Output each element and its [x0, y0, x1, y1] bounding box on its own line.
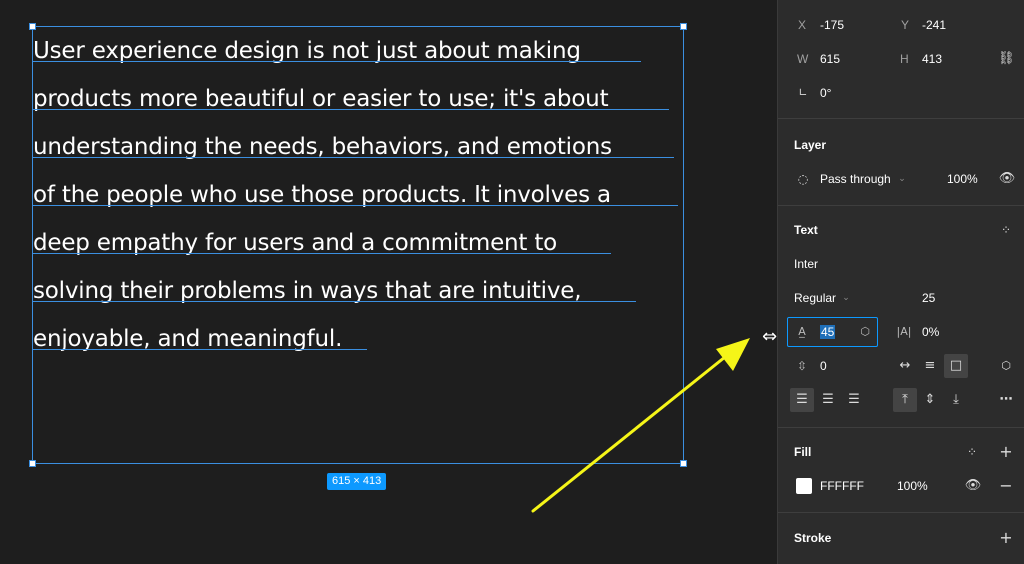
align-right-icon[interactable]: ☰	[846, 388, 862, 412]
divider	[778, 427, 1024, 428]
rotation-icon: ∟	[798, 86, 808, 99]
x-label: X	[798, 18, 807, 32]
alignment-row: ☰ ☰ ☰ ⤒ ⇕ ⤓ ⋯	[778, 388, 1024, 412]
layer-section-title: Layer	[794, 138, 827, 152]
text-section-title: Text	[794, 223, 818, 237]
text-baseline	[33, 349, 367, 350]
resize-handle-bottom-left[interactable]	[29, 460, 36, 467]
fill-row: FFFFFF 100% 👁 −	[778, 474, 1024, 498]
align-bottom-icon[interactable]: ⤓	[948, 388, 964, 412]
align-left-icon: ☰	[796, 392, 808, 407]
h-label: H	[900, 52, 909, 66]
fill-hex-input[interactable]: FFFFFF	[820, 474, 864, 498]
constrain-proportions-icon[interactable]: ⛓	[998, 47, 1015, 71]
align-top-button[interactable]: ⤒	[893, 388, 917, 412]
chevron-down-icon: ⌄	[898, 174, 906, 184]
text-line: enjoyable, and meaningful.	[33, 315, 683, 363]
add-fill-icon[interactable]: +	[998, 440, 1014, 464]
properties-panel: X -175 Y -241 W 615 H 413 ⛓ ∟ 0° Layer ◌…	[777, 0, 1024, 564]
rotation-input[interactable]: 0°	[820, 81, 831, 105]
w-label: W	[797, 52, 809, 66]
text-line: deep empathy for users and a commitment …	[33, 219, 683, 267]
horizontal-resize-cursor-icon: ⇔	[762, 326, 778, 347]
text-line: products more beautiful or easier to use…	[33, 75, 683, 123]
eye-icon[interactable]: 👁	[998, 167, 1016, 191]
design-canvas[interactable]: User experience design is not just about…	[0, 0, 777, 564]
remove-fill-icon[interactable]: −	[998, 474, 1014, 498]
text-styles-grid-icon[interactable]: ⁘	[998, 218, 1014, 242]
divider	[778, 205, 1024, 206]
y-label: Y	[901, 18, 910, 32]
position-row: X -175 Y -241	[778, 13, 1024, 37]
fill-section-title: Fill	[794, 445, 812, 459]
height-input[interactable]: 413	[922, 47, 942, 71]
text-settings-icon[interactable]: ⬡	[998, 354, 1014, 378]
fixed-size-button[interactable]: □	[944, 354, 968, 378]
layer-row: ◌ Pass through ⌄ 100% 👁	[778, 167, 1024, 191]
divider	[778, 118, 1024, 119]
text-baseline	[33, 157, 674, 158]
y-input[interactable]: -241	[922, 13, 946, 37]
text-baseline	[33, 301, 636, 302]
rotation-row: ∟ 0°	[778, 81, 1024, 105]
fill-styles-grid-icon[interactable]: ⁘	[964, 440, 980, 464]
letter-spacing-icon: |A|	[896, 325, 912, 338]
dimensions-badge: 615 × 413	[327, 473, 387, 490]
layer-opacity-input[interactable]: 100%	[947, 167, 978, 191]
auto-height-icon[interactable]: ≡	[921, 354, 939, 378]
blend-mode-select[interactable]: Pass through	[820, 167, 891, 191]
auto-width-icon[interactable]: ↔	[896, 354, 914, 378]
more-options-icon[interactable]: ⋯	[998, 388, 1014, 412]
font-family-row: Inter	[778, 252, 1024, 276]
blend-drop-icon: ◌	[797, 172, 809, 186]
text-line: User experience design is not just about…	[33, 27, 683, 75]
align-top-icon: ⤒	[902, 392, 908, 407]
divider	[778, 512, 1024, 513]
fixed-size-icon: □	[949, 358, 963, 373]
fill-opacity-input[interactable]: 100%	[897, 474, 928, 498]
font-weight-select[interactable]: Regular	[794, 286, 836, 310]
text-line: solving their problems in ways that are …	[33, 267, 683, 315]
add-stroke-icon[interactable]: +	[998, 526, 1014, 550]
paragraph-row: ⇳ 0 ↔ ≡ □ ⬡	[778, 354, 1024, 378]
paragraph-spacing-input[interactable]: 0	[820, 354, 827, 378]
font-family-select[interactable]: Inter	[794, 252, 818, 276]
font-size-input[interactable]: 25	[922, 286, 935, 310]
text-line: of the people who use those products. It…	[33, 171, 683, 219]
font-weight-row: Regular ⌄ 25	[778, 286, 1024, 310]
text-baseline	[33, 61, 641, 62]
align-middle-icon[interactable]: ⇕	[922, 388, 938, 412]
x-input[interactable]: -175	[820, 13, 844, 37]
width-input[interactable]: 615	[820, 47, 840, 71]
text-baseline	[33, 253, 611, 254]
paragraph-spacing-icon: ⇳	[796, 359, 808, 373]
stroke-section-title: Stroke	[794, 531, 832, 545]
letter-spacing-row: |A| 0%	[778, 320, 1024, 344]
text-baseline	[33, 205, 678, 206]
align-center-icon[interactable]: ☰	[820, 388, 836, 412]
text-layer-content[interactable]: User experience design is not just about…	[33, 27, 683, 363]
chevron-down-icon: ⌄	[842, 293, 850, 303]
letter-spacing-input[interactable]: 0%	[922, 320, 939, 344]
size-row: W 615 H 413 ⛓	[778, 47, 1024, 71]
eye-icon[interactable]: 👁	[964, 474, 982, 498]
align-left-button[interactable]: ☰	[790, 388, 814, 412]
text-line: understanding the needs, behaviors, and …	[33, 123, 683, 171]
text-baseline	[33, 109, 669, 110]
resize-handle-bottom-right[interactable]	[680, 460, 687, 467]
